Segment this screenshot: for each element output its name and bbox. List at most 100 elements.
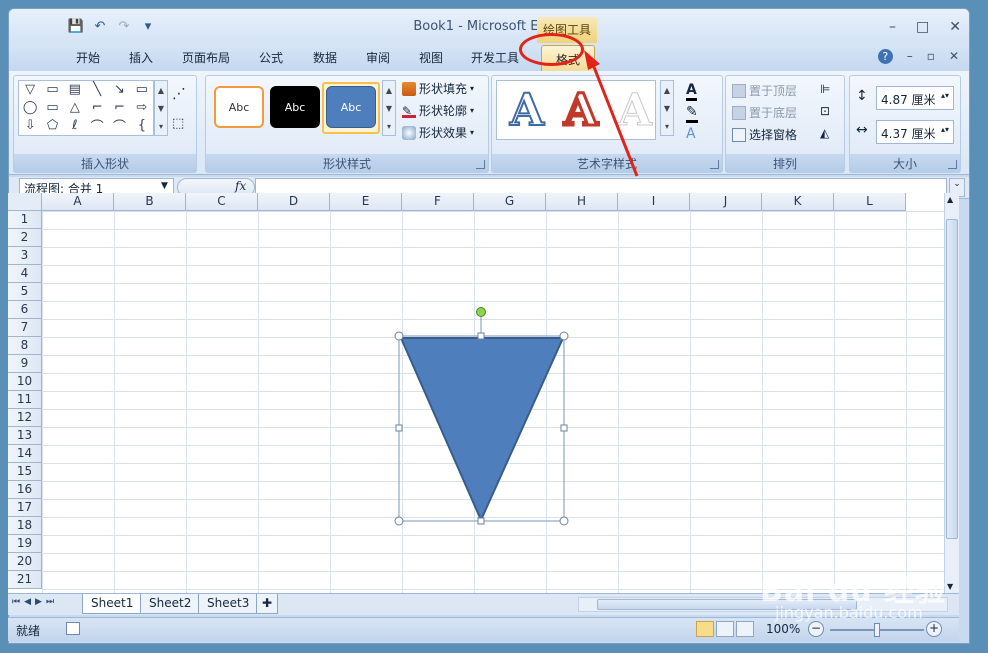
dialog-launcher-icon[interactable] (476, 160, 485, 169)
shape-item[interactable]: ▭ (41, 81, 63, 99)
worksheet-grid[interactable]: A B C D E F G H I J K L 1 2 3 4 5 6 7 8 … (8, 193, 944, 593)
row-header[interactable]: 10 (8, 373, 42, 391)
row-header[interactable]: 6 (8, 301, 42, 319)
row-header[interactable]: 15 (8, 463, 42, 481)
column-header[interactable]: K (762, 193, 834, 211)
tab-formulas[interactable]: 公式 (259, 49, 283, 66)
ribbon-restore-icon[interactable]: ▫ (927, 49, 935, 64)
rotate-icon[interactable]: ◭ (820, 126, 829, 140)
shape-item[interactable]: ⌐ (86, 99, 108, 117)
tab-insert[interactable]: 插入 (129, 49, 153, 66)
macro-record-icon[interactable] (66, 622, 80, 635)
shape-item[interactable]: ⌐ (108, 99, 130, 117)
column-header[interactable]: C (186, 193, 258, 211)
wordart-outline-red[interactable]: A (554, 84, 608, 138)
tab-home[interactable]: 开始 (76, 49, 100, 66)
tab-view[interactable]: 视图 (419, 49, 443, 66)
row-header[interactable]: 5 (8, 283, 42, 301)
wordart-outline-gray[interactable]: A (608, 84, 662, 138)
first-sheet-icon[interactable]: ⏮ (12, 597, 20, 607)
shape-gallery-scroll[interactable]: ▲ ▼ ▾ (154, 80, 168, 136)
column-header[interactable]: F (402, 193, 474, 211)
row-header[interactable]: 19 (8, 535, 42, 553)
dialog-launcher-icon[interactable] (710, 160, 719, 169)
close-icon[interactable]: ✕ (949, 19, 961, 35)
scroll-up-icon[interactable]: ▲ (947, 195, 953, 204)
row-header[interactable]: 1 (8, 211, 42, 229)
shape-item[interactable]: ⇩ (19, 116, 41, 135)
shape-effects-button[interactable]: 形状效果 ▾ (402, 124, 474, 141)
tab-data[interactable]: 数据 (313, 49, 337, 66)
row-header[interactable]: 13 (8, 427, 42, 445)
shape-item[interactable]: ▽ (19, 81, 41, 99)
minimize-icon[interactable]: – (889, 19, 896, 35)
shape-style-orange-outline[interactable]: Abc (214, 86, 264, 128)
workbook-close-icon[interactable]: ✕ (949, 49, 959, 64)
column-header[interactable]: I (618, 193, 690, 211)
next-sheet-icon[interactable]: ▶ (35, 597, 42, 607)
shape-item[interactable]: ◯ (19, 99, 41, 117)
shape-width-field[interactable]: 4.37 厘米 ▴▾ (876, 120, 954, 144)
prev-sheet-icon[interactable]: ◀ (24, 597, 31, 607)
zoom-out-icon[interactable]: − (808, 621, 824, 637)
sheet-tab-sheet1[interactable]: Sheet1 (82, 594, 143, 614)
align-icon[interactable]: ⊫ (820, 82, 830, 96)
zoom-slider-knob[interactable] (874, 623, 880, 637)
row-header[interactable]: 16 (8, 481, 42, 499)
sheet-tab-sheet3[interactable]: Sheet3 (198, 594, 259, 614)
row-header[interactable]: 8 (8, 337, 42, 355)
bring-to-front-button[interactable]: 置于顶层 (732, 82, 797, 99)
ribbon-minimize-icon[interactable]: – (907, 49, 913, 64)
row-header[interactable]: 20 (8, 553, 42, 571)
column-header[interactable]: L (834, 193, 906, 211)
shape-item[interactable]: △ (64, 99, 86, 117)
column-header[interactable]: D (258, 193, 330, 211)
shape-item[interactable]: ⬠ (41, 116, 63, 135)
row-header[interactable]: 4 (8, 265, 42, 283)
dialog-launcher-icon[interactable] (948, 160, 957, 169)
shape-item[interactable]: ▭ (131, 81, 153, 99)
group-objects-icon[interactable]: ⊡ (820, 104, 830, 118)
text-outline-icon[interactable]: ✎ (686, 104, 698, 123)
wordart-outline-blue[interactable]: A (500, 84, 554, 138)
shape-item[interactable]: ╲ (86, 81, 108, 99)
shape-item[interactable]: ▤ (64, 81, 86, 99)
select-all-corner[interactable] (8, 193, 42, 211)
text-effects-icon[interactable]: A (686, 126, 696, 142)
column-header[interactable]: E (330, 193, 402, 211)
shape-item[interactable]: ⇨ (131, 99, 153, 117)
shape-item[interactable]: ↘ (108, 81, 130, 99)
column-header[interactable]: H (546, 193, 618, 211)
shape-item[interactable]: ⌒ (108, 116, 130, 135)
name-box-dropdown-icon[interactable]: ▼ (161, 181, 168, 191)
zoom-in-icon[interactable]: + (926, 621, 942, 637)
scroll-down-icon[interactable]: ▼ (947, 582, 953, 591)
column-header[interactable]: A (42, 193, 114, 211)
vertical-scrollbar[interactable]: ▲ ▼ (944, 193, 959, 593)
column-header[interactable]: B (114, 193, 186, 211)
shape-style-black[interactable]: Abc (270, 86, 320, 128)
shape-style-scroll[interactable]: ▲ ▼ ▾ (382, 80, 396, 136)
text-box-icon[interactable]: ⬚ (172, 116, 184, 131)
row-header[interactable]: 21 (8, 571, 42, 589)
shape-item[interactable]: ⌒ (86, 116, 108, 135)
shape-item[interactable]: ℓ (64, 116, 86, 135)
last-sheet-icon[interactable]: ⏭ (46, 597, 54, 607)
vertical-scroll-thumb[interactable] (946, 219, 958, 539)
send-to-back-button[interactable]: 置于底层 (732, 104, 797, 121)
shape-style-blue[interactable]: Abc (326, 86, 376, 128)
insert-sheet-icon[interactable]: ✚ (256, 594, 279, 614)
tab-review[interactable]: 审阅 (366, 49, 390, 66)
sheet-tab-sheet2[interactable]: Sheet2 (140, 594, 201, 614)
zoom-level[interactable]: 100% (766, 622, 800, 636)
normal-view-icon[interactable] (696, 621, 714, 637)
row-header[interactable]: 12 (8, 409, 42, 427)
page-break-view-icon[interactable] (736, 621, 754, 637)
row-header[interactable]: 3 (8, 247, 42, 265)
shape-item[interactable]: ▭ (41, 99, 63, 117)
text-fill-icon[interactable]: A (686, 82, 697, 101)
insert-function-button[interactable]: fx (235, 179, 246, 193)
wordart-scroll[interactable]: ▲ ▼ ▾ (660, 80, 674, 136)
page-layout-view-icon[interactable] (716, 621, 734, 637)
help-icon[interactable]: ? (877, 49, 893, 64)
